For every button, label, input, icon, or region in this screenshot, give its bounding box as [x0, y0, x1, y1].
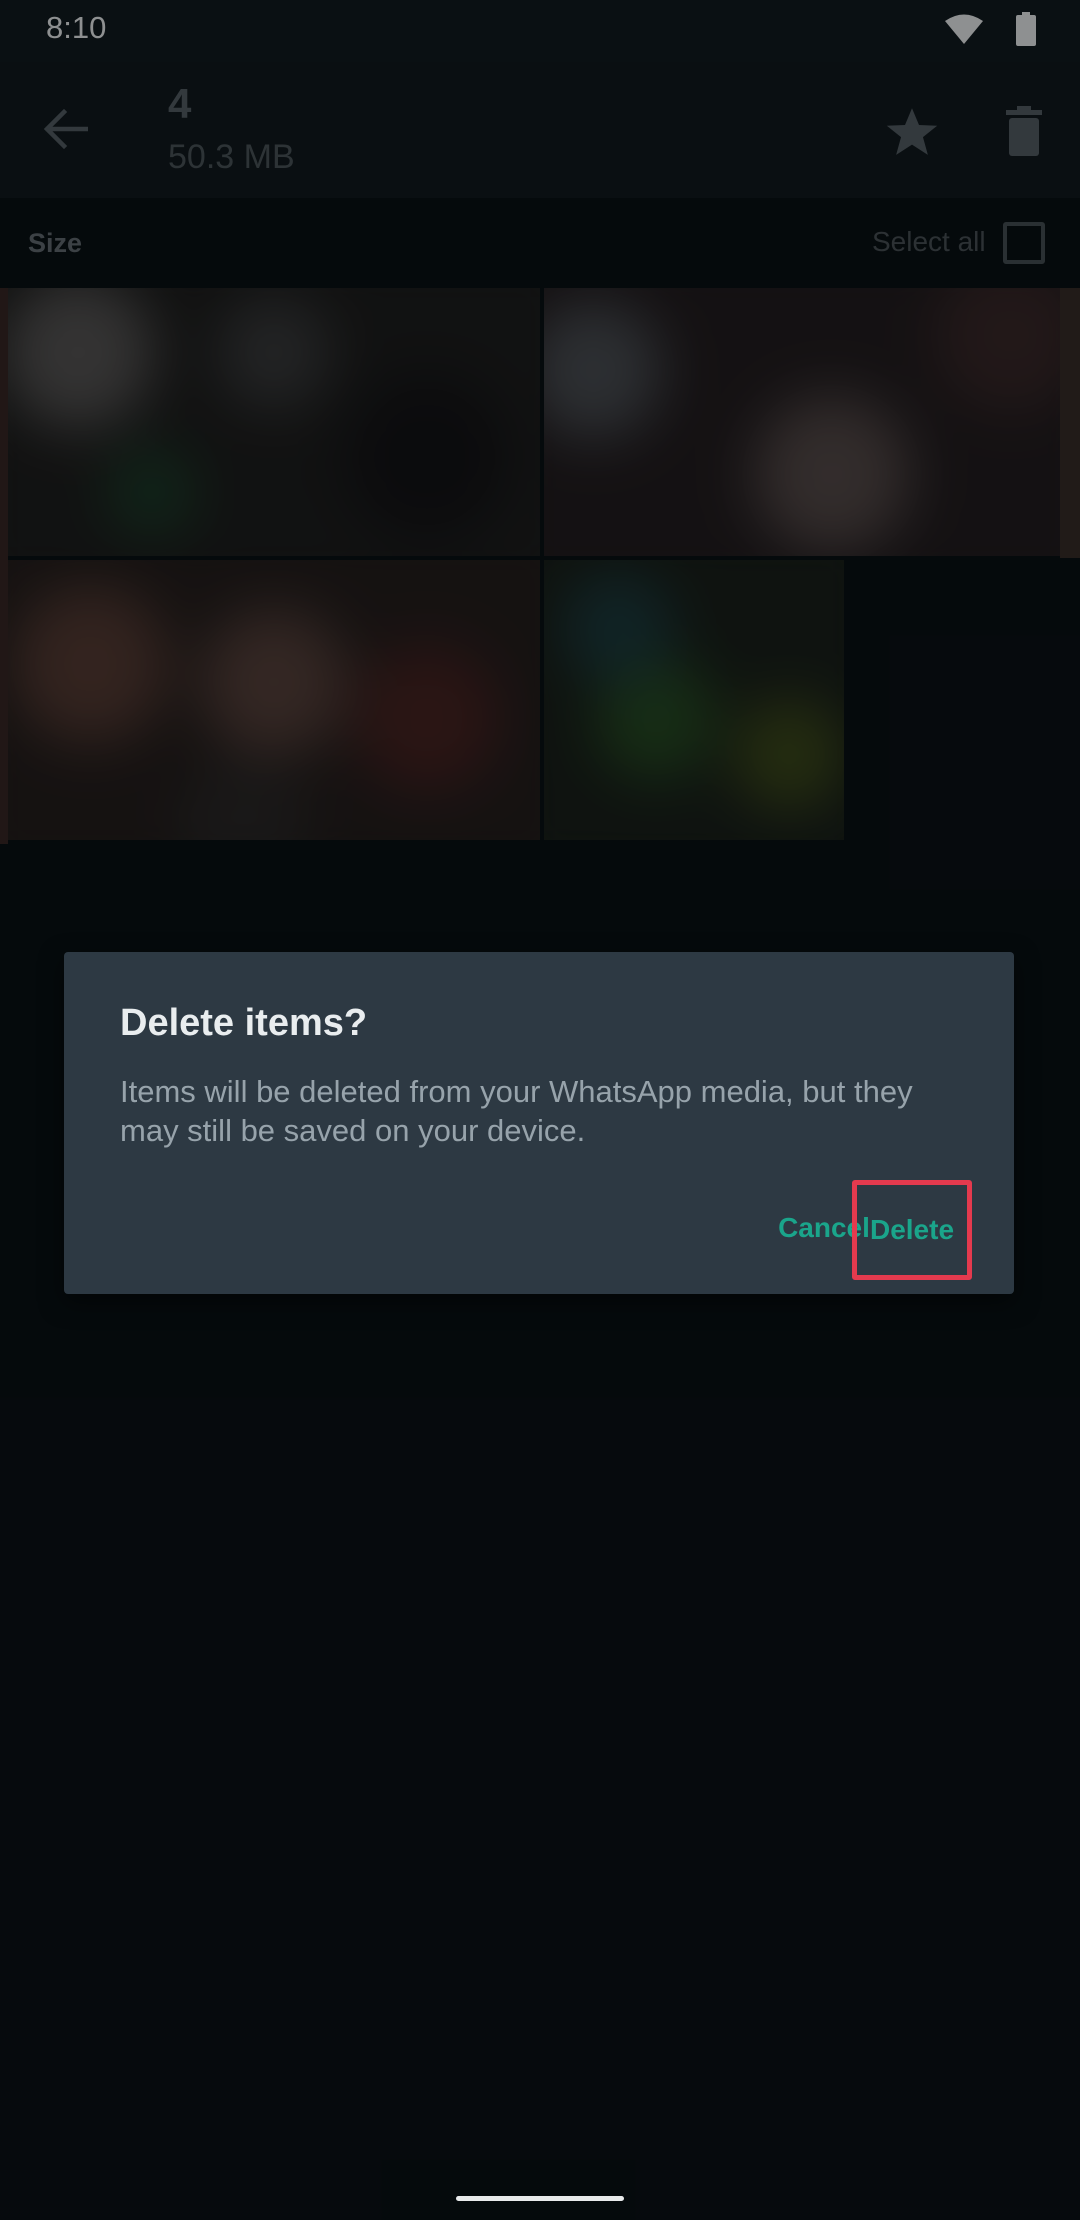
dialog-message: Items will be deleted from your WhatsApp… [120, 1074, 913, 1148]
dialog-title: Delete items? [120, 1002, 368, 1044]
storage-media-screen: 8:10 4 50.3 MB Size Select all Delete it… [0, 0, 1080, 2220]
delete-items-dialog: Delete items? Items will be deleted from… [64, 952, 1014, 1294]
delete-button[interactable]: Delete [852, 1180, 972, 1280]
gesture-nav-handle[interactable] [456, 2196, 624, 2201]
